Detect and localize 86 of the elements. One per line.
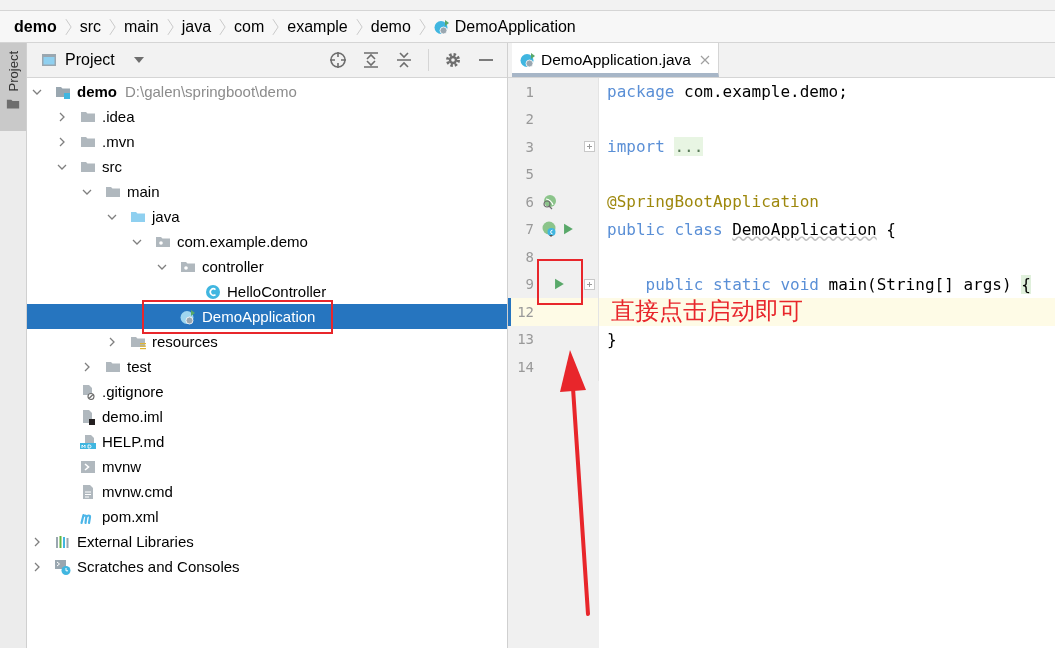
- tree-item[interactable]: src: [27, 154, 507, 179]
- project-tool-tab[interactable]: Project: [0, 43, 26, 131]
- tree-item[interactable]: pom.xml: [27, 504, 507, 529]
- line-number: 9: [524, 276, 534, 293]
- breadcrumb-separator-icon: [355, 16, 363, 37]
- code-text: {: [886, 219, 896, 239]
- breadcrumb-separator-icon: [418, 16, 426, 37]
- markdown-file-icon: [80, 433, 96, 450]
- fold-icon[interactable]: [584, 141, 595, 153]
- scratches-icon: [55, 558, 71, 575]
- window-icon: [41, 52, 57, 68]
- expand-all-icon[interactable]: [362, 51, 380, 69]
- annotation-text: 直接点击启动即可: [611, 298, 803, 326]
- panel-title[interactable]: Project: [65, 51, 115, 69]
- tree-item[interactable]: demo D:\galen\springboot\demo: [27, 79, 507, 104]
- class-name: DemoApplication: [732, 219, 877, 239]
- keyword: public static void: [644, 274, 819, 294]
- tree-item[interactable]: Scratches and Consoles: [27, 554, 507, 579]
- tree-item[interactable]: com.example.demo: [27, 229, 507, 254]
- spring-class-icon: [433, 18, 450, 35]
- breadcrumb-separator-icon: [219, 16, 227, 37]
- module-file-icon: [80, 408, 96, 425]
- script-file-icon: [80, 458, 96, 475]
- editor-tab[interactable]: DemoApplication.java: [512, 43, 719, 77]
- line-number: 12: [516, 303, 534, 320]
- keyword: public class: [607, 219, 723, 239]
- run-icon[interactable]: [561, 222, 575, 237]
- dropdown-caret-icon[interactable]: [132, 56, 145, 64]
- code-text: com.example.demo;: [684, 82, 848, 102]
- breadcrumb-item[interactable]: DemoApplication: [454, 17, 576, 36]
- line-number: 6: [524, 193, 534, 210]
- line-number: 8: [524, 248, 534, 265]
- breadcrumb-item[interactable]: demo: [14, 17, 57, 36]
- code-text: }: [607, 329, 617, 349]
- breadcrumb-item[interactable]: demo: [370, 17, 411, 36]
- bean-icon[interactable]: [541, 193, 557, 210]
- tree-item[interactable]: External Libraries: [27, 529, 507, 554]
- breadcrumb-item[interactable]: src: [79, 17, 101, 36]
- folded-code: ...: [674, 137, 704, 157]
- collapse-all-icon[interactable]: [395, 51, 413, 69]
- settings-icon[interactable]: [444, 51, 462, 69]
- tree-item[interactable]: resources: [27, 329, 507, 354]
- libraries-icon: [55, 533, 71, 550]
- tree-item[interactable]: main: [27, 179, 507, 204]
- ignore-file-icon: [80, 383, 96, 400]
- tree-item[interactable]: HELP.md: [27, 429, 507, 454]
- line-number: 5: [524, 166, 534, 183]
- spring-class-icon: [180, 308, 196, 325]
- breadcrumb-separator-icon: [166, 16, 174, 37]
- breadcrumb-item[interactable]: java: [181, 17, 212, 36]
- line-number: 3: [524, 138, 534, 155]
- class-icon: [205, 283, 221, 300]
- text-file-icon: [80, 483, 96, 500]
- spring-class-icon: [520, 52, 536, 68]
- tree-item[interactable]: demo.iml: [27, 404, 507, 429]
- tree-item[interactable]: HelloController: [27, 279, 507, 304]
- line-number: 14: [516, 358, 534, 375]
- tree-item[interactable]: .mvn: [27, 129, 507, 154]
- run-icon[interactable]: [552, 277, 566, 292]
- line-number: 2: [524, 111, 534, 128]
- tree-item[interactable]: .gitignore: [27, 379, 507, 404]
- locate-icon[interactable]: [329, 51, 347, 69]
- path-hint: D:\galen\springboot\demo: [125, 83, 297, 100]
- code-text: main(String[] args): [828, 274, 1012, 294]
- breadcrumb-item[interactable]: example: [287, 17, 348, 36]
- breadcrumb-separator-icon: [64, 16, 72, 37]
- breadcrumb-item[interactable]: com: [234, 17, 265, 36]
- tree-item[interactable]: .idea: [27, 104, 507, 129]
- breadcrumb-separator-icon: [272, 16, 280, 37]
- line-number: 1: [524, 83, 534, 100]
- keyword: package: [607, 82, 675, 102]
- brace: {: [1021, 274, 1031, 294]
- tree-item[interactable]: java: [27, 204, 507, 229]
- keyword: import: [607, 137, 665, 157]
- spring-bean-icon[interactable]: [541, 221, 557, 238]
- tree-item[interactable]: test: [27, 354, 507, 379]
- close-icon[interactable]: [699, 55, 710, 65]
- line-number: 13: [516, 331, 534, 348]
- fold-icon[interactable]: [584, 278, 595, 290]
- annotation-text: @SpringBootApplication: [607, 192, 819, 212]
- tree-item[interactable]: mvnw: [27, 454, 507, 479]
- line-number: 7: [524, 221, 534, 238]
- tree-item[interactable]: mvnw.cmd: [27, 479, 507, 504]
- tree-item[interactable]: controller: [27, 254, 507, 279]
- breadcrumb-item[interactable]: main: [124, 17, 159, 36]
- breadcrumb-separator-icon: [109, 16, 116, 37]
